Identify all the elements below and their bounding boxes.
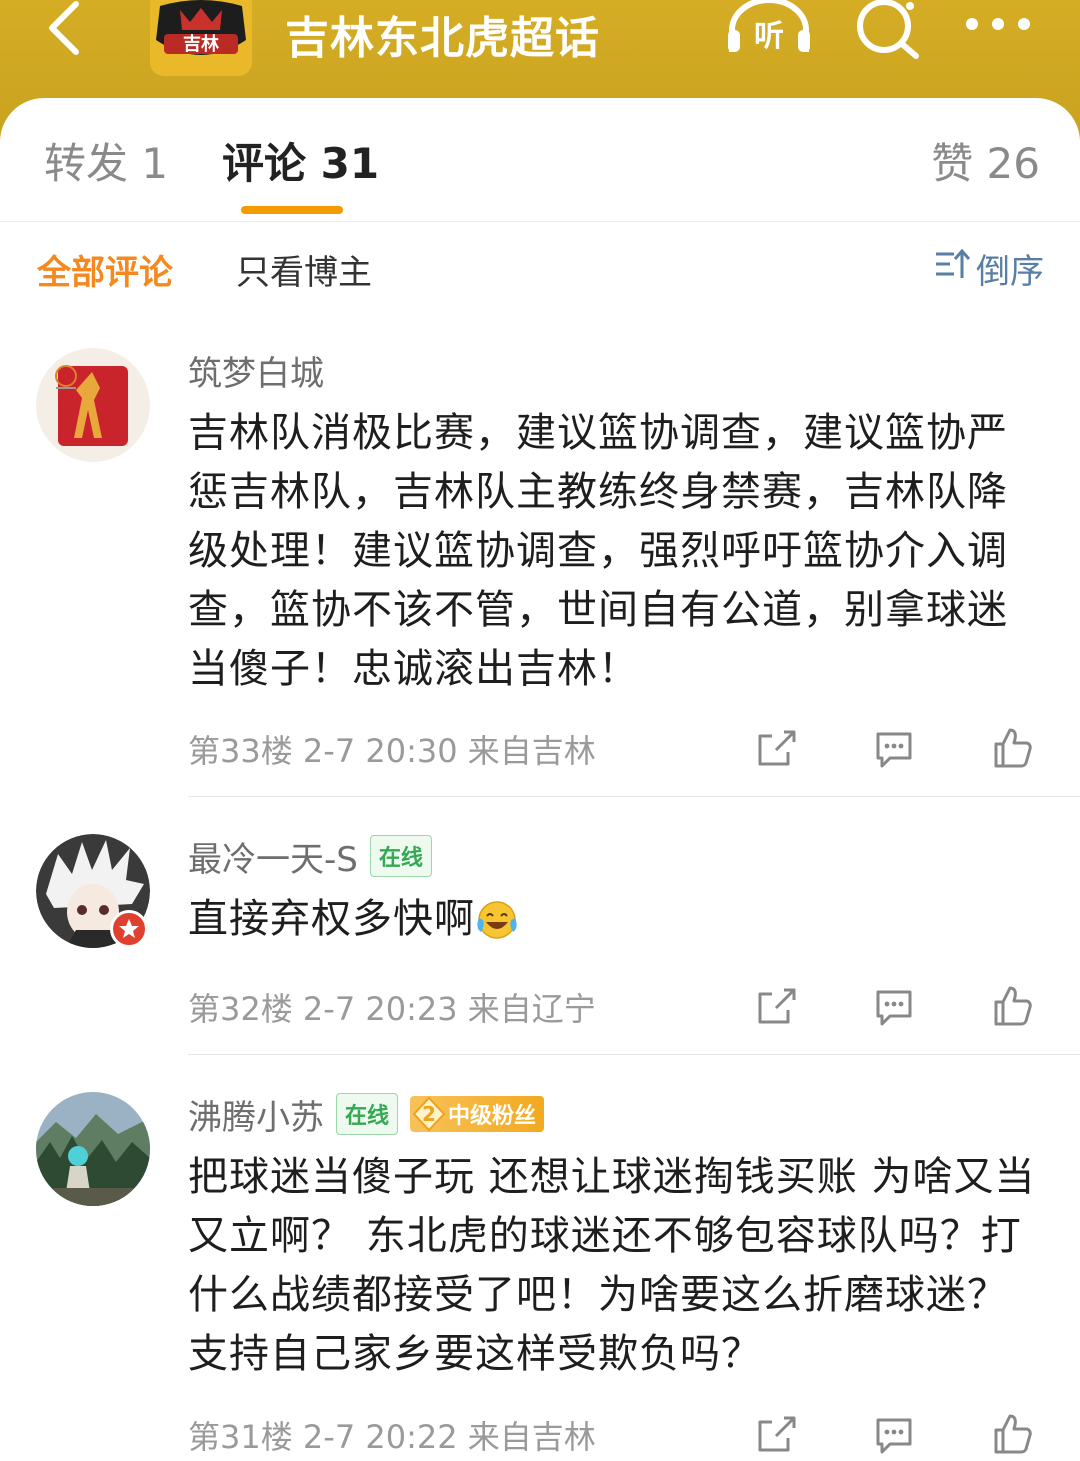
like-icon[interactable] — [990, 984, 1034, 1028]
fan-level-badge[interactable]: 2 中级粉丝 — [410, 1096, 545, 1132]
comment-meta: 第31楼 2-7 20:22 来自吉林 — [188, 1412, 596, 1458]
comment-actions — [754, 1412, 1034, 1456]
comment-text: 把球迷当傻子玩 还想让球迷掏钱买账 为啥又当又立啊？ 东北虎的球迷还不够包容球队… — [188, 1154, 1036, 1377]
floor-number: 第33楼 — [188, 732, 293, 770]
like-icon[interactable] — [990, 726, 1034, 770]
reply-icon[interactable] — [872, 726, 916, 770]
comment-meta: 第32楼 2-7 20:23 来自辽宁 — [188, 984, 596, 1030]
comment-location: 来自吉林 — [467, 732, 596, 770]
share-icon[interactable] — [754, 984, 798, 1028]
back-icon[interactable] — [36, 0, 96, 60]
comment-time: 2-7 20:30 — [302, 732, 458, 770]
comment-header: 筑梦白城 — [188, 346, 1044, 394]
comment-text: 直接弃权多快啊 — [188, 896, 475, 942]
sort-label: 倒序 — [976, 252, 1044, 292]
comment-body: 筑梦白城 吉林队消极比赛，建议篮协调查，建议篮协严惩吉林队，吉林队主教练终身禁赛… — [188, 346, 1044, 699]
username[interactable]: 沸腾小苏 — [188, 1090, 324, 1139]
username[interactable]: 筑梦白城 — [188, 346, 324, 395]
like-icon[interactable] — [990, 1412, 1034, 1456]
comment-actions — [754, 726, 1034, 770]
comment-body: 最冷一天-S 在线 直接弃权多快啊 — [188, 832, 1044, 949]
online-badge: 在线 — [336, 1093, 399, 1135]
comment-text: 吉林队消极比赛，建议篮协调查，建议篮协严惩吉林队，吉林队主教练终身禁赛，吉林队降… — [188, 410, 1008, 692]
comment-filters: 全部评论 只看博主 倒序 — [0, 222, 1080, 312]
more-icon[interactable] — [960, 4, 1036, 44]
comment-time: 2-7 20:23 — [302, 990, 458, 1028]
sort-icon — [934, 248, 971, 289]
comment-location: 来自吉林 — [467, 1418, 596, 1456]
avatar[interactable] — [36, 1092, 150, 1206]
fan-level-number: 2 — [422, 1102, 436, 1126]
comment-meta: 第33楼 2-7 20:30 来自吉林 — [188, 726, 596, 772]
comment-body: 沸腾小苏 在线 2 中级粉丝 把球迷当傻子玩 还想让球迷掏钱买账 为啥又当又立啊… — [188, 1090, 1044, 1384]
reply-icon[interactable] — [872, 984, 916, 1028]
listen-label: 听 — [754, 19, 784, 54]
reply-icon[interactable] — [872, 1412, 916, 1456]
fan-level-label: 中级粉丝 — [448, 1104, 537, 1129]
comment-text-row: 直接弃权多快啊 — [188, 890, 1044, 949]
comment-header: 沸腾小苏 在线 2 中级粉丝 — [188, 1090, 1044, 1138]
active-tab-indicator — [241, 206, 343, 214]
online-badge: 在线 — [369, 835, 432, 877]
avatar[interactable] — [36, 348, 150, 462]
tab-bar: 转发 1 评论 31 赞 26 — [0, 98, 1080, 222]
comment-header: 最冷一天-S 在线 — [188, 832, 1044, 880]
filter-author-only[interactable]: 只看博主 — [236, 245, 372, 294]
page-title: 吉林东北虎超话 — [285, 13, 600, 64]
divider — [188, 1054, 1080, 1055]
floor-number: 第32楼 — [188, 990, 293, 1028]
supertopic-logo[interactable]: 吉林 — [150, 0, 252, 76]
listen-icon[interactable]: 听 — [724, 0, 814, 60]
username[interactable]: 最冷一天-S — [188, 832, 358, 881]
verified-badge-icon — [110, 910, 148, 948]
tab-likes[interactable]: 赞 26 — [931, 130, 1040, 191]
fan-level-diamond-icon: 2 — [410, 1096, 448, 1132]
share-icon[interactable] — [754, 1412, 798, 1456]
sort-button[interactable]: 倒序 — [934, 244, 1044, 293]
search-icon[interactable] — [852, 0, 924, 60]
comments-sheet: 转发 1 评论 31 赞 26 全部评论 只看博主 倒序 筑梦白城 吉林队消极比… — [0, 98, 1080, 1461]
laughing-crying-emoji-icon — [475, 898, 519, 942]
comment-location: 来自辽宁 — [467, 990, 596, 1028]
divider — [188, 796, 1080, 797]
share-icon[interactable] — [754, 726, 798, 770]
filter-all-comments[interactable]: 全部评论 — [37, 245, 173, 294]
comment-time: 2-7 20:22 — [302, 1418, 458, 1456]
comment-actions — [754, 984, 1034, 1028]
tab-comments[interactable]: 评论 31 — [222, 130, 379, 191]
floor-number: 第31楼 — [188, 1418, 293, 1456]
logo-text: 吉林 — [183, 33, 219, 55]
tab-reposts[interactable]: 转发 1 — [44, 130, 168, 191]
